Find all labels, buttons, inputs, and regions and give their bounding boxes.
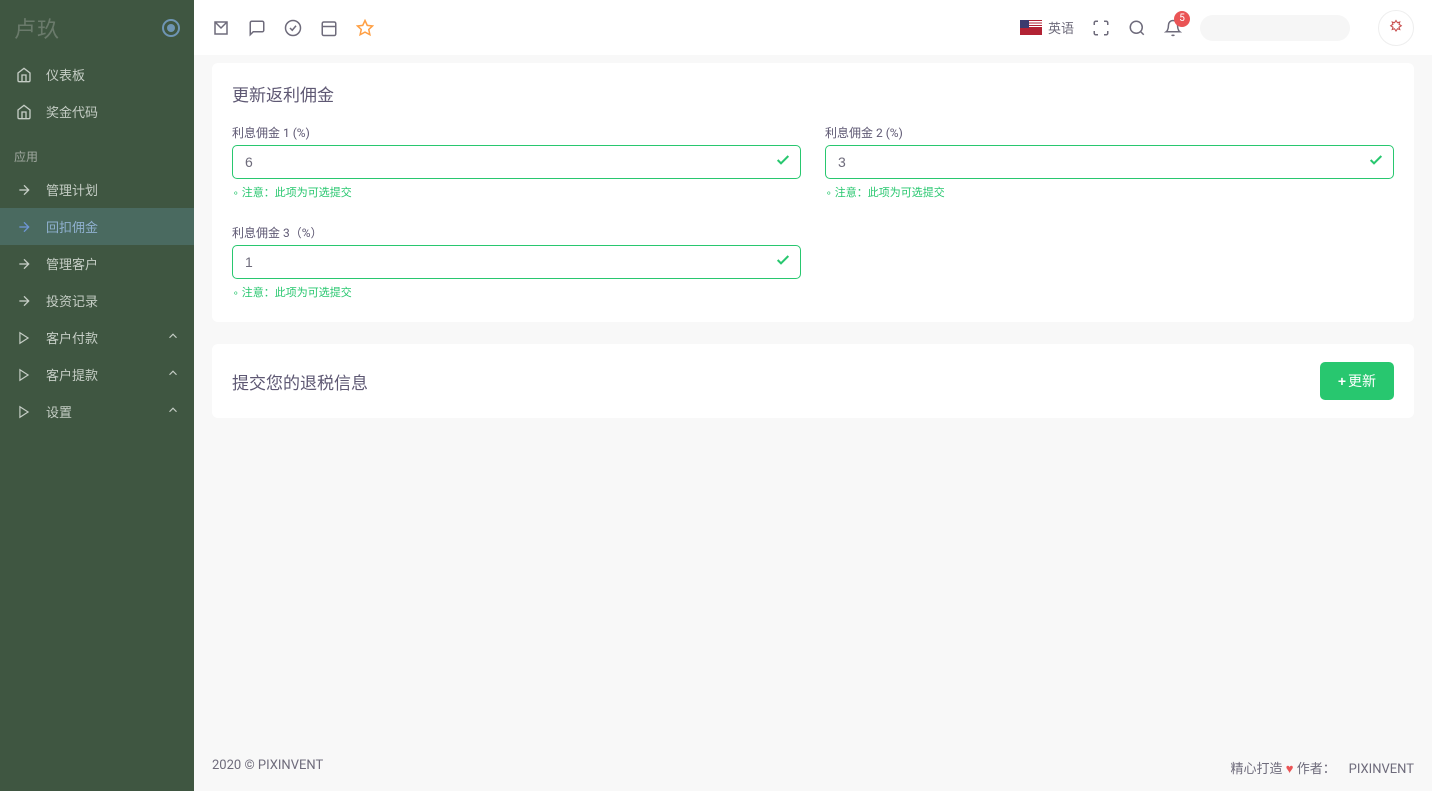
sidebar-item-label: 投资记录 [46, 291, 98, 310]
form-group-commission-3: 利息佣金 3（%） 注意：此项为可选提交 [232, 224, 801, 300]
sidebar-item-label: 管理客户 [46, 254, 98, 273]
sidebar-item-bonus-code[interactable]: 奖金代码 [0, 93, 194, 130]
sidebar-item-client-withdraw[interactable]: 客户提款 [0, 356, 194, 393]
star-icon[interactable] [356, 19, 374, 37]
avatar[interactable] [1378, 10, 1414, 46]
field-label: 利息佣金 1 (%) [232, 124, 801, 141]
mail-icon[interactable] [212, 19, 230, 37]
submit-title: 提交您的退税信息 [232, 369, 368, 394]
field-label: 利息佣金 2 (%) [825, 124, 1394, 141]
check-circle-icon[interactable] [284, 19, 302, 37]
sidebar-item-label: 管理计划 [46, 180, 98, 199]
home-icon [14, 67, 34, 83]
fullscreen-icon[interactable] [1092, 19, 1110, 37]
search-icon[interactable] [1128, 19, 1146, 37]
field-help: 注意：此项为可选提交 [232, 184, 801, 200]
field-help: 注意：此项为可选提交 [232, 284, 801, 300]
notifications-icon[interactable]: 5 [1164, 19, 1182, 37]
sidebar-item-label: 回扣佣金 [46, 217, 98, 236]
search-input-pill[interactable] [1200, 15, 1350, 41]
update-button-label: 更新 [1348, 371, 1376, 391]
sidebar-item-settings[interactable]: 设置 [0, 393, 194, 430]
field-label: 利息佣金 3（%） [232, 224, 801, 241]
play-icon [14, 405, 34, 419]
sidebar-item-client-payment[interactable]: 客户付款 [0, 319, 194, 356]
calendar-icon[interactable] [320, 19, 338, 37]
flag-us-icon [1020, 20, 1042, 35]
sidebar-header: 卢玖 [0, 0, 194, 56]
sidebar: 卢玖 仪表板 奖金代码 应用 管理计划 [0, 0, 194, 791]
commission-1-input[interactable] [232, 145, 801, 179]
commission-3-input[interactable] [232, 245, 801, 279]
field-help: 注意：此项为可选提交 [825, 184, 1394, 200]
sidebar-item-rebate-commission[interactable]: 回扣佣金 [0, 208, 194, 245]
topbar: 英语 5 [194, 0, 1432, 55]
main-area: 英语 5 更新返利佣金 [194, 0, 1432, 791]
update-rebate-card: 更新返利佣金 利息佣金 1 (%) 注意：此项为可选提交 [212, 63, 1414, 322]
chat-icon[interactable] [248, 19, 266, 37]
sidebar-item-label: 仪表板 [46, 65, 85, 84]
arrow-right-icon [14, 219, 34, 235]
avatar-image-icon [1387, 19, 1405, 37]
sidebar-item-manage-client[interactable]: 管理客户 [0, 245, 194, 282]
arrow-right-icon [14, 256, 34, 272]
play-icon [14, 368, 34, 382]
check-icon [775, 152, 791, 172]
check-icon [775, 252, 791, 272]
update-button[interactable]: + 更新 [1320, 362, 1394, 400]
arrow-right-icon [14, 293, 34, 309]
language-selector[interactable]: 英语 [1020, 18, 1074, 37]
disc-icon[interactable] [162, 19, 180, 37]
footer: 2020 © PIXINVENT 精心打造 ♥ 作者： PIXINVENT [194, 744, 1432, 791]
check-icon [1368, 152, 1384, 172]
card-title: 更新返利佣金 [212, 63, 1414, 116]
arrow-right-icon [14, 182, 34, 198]
home-icon [14, 104, 34, 120]
heart-icon: ♥ [1286, 762, 1294, 777]
form-group-commission-1: 利息佣金 1 (%) 注意：此项为可选提交 [232, 124, 801, 200]
commission-2-input[interactable] [825, 145, 1394, 179]
sidebar-section-label: 应用 [0, 130, 194, 171]
chevron-up-icon [166, 329, 180, 347]
chevron-up-icon [166, 366, 180, 384]
footer-copyright: 2020 © PIXINVENT [212, 758, 323, 777]
sidebar-item-dashboard[interactable]: 仪表板 [0, 56, 194, 93]
brand-name: 卢玖 [14, 12, 60, 44]
notification-badge: 5 [1174, 11, 1190, 27]
chevron-up-icon [166, 403, 180, 421]
footer-credits: 精心打造 ♥ 作者： PIXINVENT [1231, 758, 1414, 777]
sidebar-item-invest-record[interactable]: 投资记录 [0, 282, 194, 319]
sidebar-item-label: 奖金代码 [46, 102, 98, 121]
play-icon [14, 331, 34, 345]
plus-icon: + [1338, 373, 1346, 389]
sidebar-item-label: 客户付款 [46, 328, 98, 347]
sidebar-item-manage-plan[interactable]: 管理计划 [0, 171, 194, 208]
sidebar-item-label: 客户提款 [46, 365, 98, 384]
submit-rebate-card: 提交您的退税信息 + 更新 [212, 344, 1414, 418]
language-label: 英语 [1048, 18, 1074, 37]
form-group-commission-2: 利息佣金 2 (%) 注意：此项为可选提交 [825, 124, 1394, 200]
sidebar-item-label: 设置 [46, 402, 72, 421]
